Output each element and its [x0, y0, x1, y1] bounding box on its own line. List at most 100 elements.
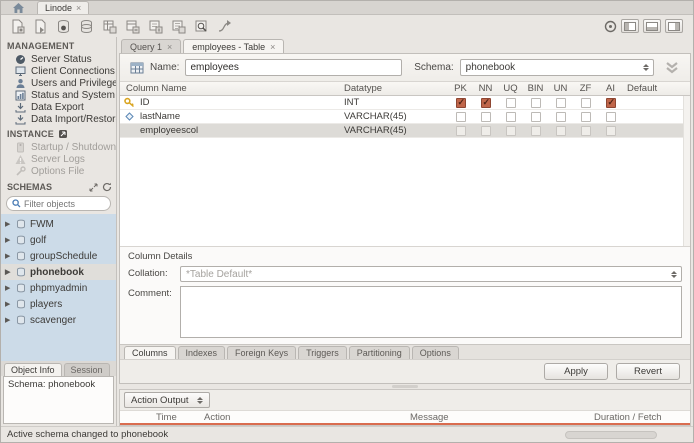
spinner-icon[interactable] — [640, 64, 651, 71]
pk-checkbox[interactable] — [455, 111, 466, 122]
tab-foreign-keys[interactable]: Foreign Keys — [227, 346, 297, 359]
nn-checkbox[interactable] — [480, 97, 491, 108]
revert-button[interactable]: Revert — [616, 363, 680, 380]
bin-checkbox[interactable] — [530, 125, 541, 136]
sidebar-item-server-logs[interactable]: Server Logs — [1, 153, 116, 165]
uq-checkbox[interactable] — [505, 125, 516, 136]
zf-checkbox[interactable] — [580, 125, 591, 136]
expander-icon[interactable]: ▶ — [5, 269, 12, 276]
schema-item-phonebook[interactable]: ▶ phonebook — [1, 264, 116, 280]
ai-checkbox[interactable] — [605, 125, 616, 136]
status-clock-icon[interactable] — [604, 20, 617, 33]
un-checkbox[interactable] — [555, 125, 566, 136]
sidebar-item-users-privileges[interactable]: Users and Privileges — [1, 77, 116, 89]
sidebar-item-data-export[interactable]: Data Export — [1, 101, 116, 113]
sidebar-item-startup-shutdown[interactable]: Startup / Shutdown — [1, 141, 116, 153]
header-nn[interactable]: NN — [473, 83, 498, 94]
expander-icon[interactable]: ▶ — [5, 237, 12, 244]
expander-icon[interactable]: ▶ — [5, 285, 12, 292]
spinner-icon[interactable] — [668, 270, 679, 278]
column-row-lastname[interactable]: lastName VARCHAR(45) — [120, 110, 690, 124]
schema-item-fwm[interactable]: ▶ FWM — [1, 216, 116, 232]
tab-partitioning[interactable]: Partitioning — [348, 346, 410, 359]
toggle-left-panel-button[interactable] — [621, 19, 639, 33]
bin-checkbox[interactable] — [530, 97, 541, 108]
refresh-schemas-icon[interactable] — [102, 182, 112, 192]
tab-session[interactable]: Session — [63, 363, 110, 376]
schema-filter[interactable] — [6, 196, 111, 211]
schema-filter-input[interactable] — [24, 198, 104, 209]
column-row-employeescol[interactable]: employeescol VARCHAR(45) — [120, 124, 690, 138]
spinner-icon[interactable] — [195, 396, 206, 404]
schema-item-golf[interactable]: ▶ golf — [1, 232, 116, 248]
schema-item-groupschedule[interactable]: ▶ groupSchedule — [1, 248, 116, 264]
open-sql-script-icon[interactable] — [30, 18, 50, 35]
column-row-id[interactable]: ID INT — [120, 96, 690, 110]
sidebar-item-status-system-variables[interactable]: Status and System Variables — [1, 89, 116, 101]
tab-close-icon[interactable]: × — [270, 42, 275, 52]
sidebar-item-client-connections[interactable]: Client Connections — [1, 65, 116, 77]
connection-tab-close-icon[interactable]: × — [76, 3, 81, 13]
header-time[interactable]: Time — [156, 412, 204, 423]
ai-checkbox[interactable] — [605, 97, 616, 108]
nn-checkbox[interactable] — [480, 125, 491, 136]
ai-checkbox[interactable] — [605, 111, 616, 122]
create-function-icon[interactable] — [168, 18, 188, 35]
header-default[interactable]: Default — [623, 83, 690, 94]
collapse-header-icon[interactable] — [664, 61, 680, 75]
header-ai[interactable]: AI — [598, 83, 623, 94]
header-duration-fetch[interactable]: Duration / Fetch — [594, 412, 690, 423]
expander-icon[interactable]: ▶ — [5, 301, 12, 308]
home-tab-button[interactable] — [7, 1, 29, 14]
uq-checkbox[interactable] — [505, 97, 516, 108]
search-data-icon[interactable] — [191, 18, 211, 35]
create-table-icon[interactable] — [99, 18, 119, 35]
tab-options[interactable]: Options — [411, 346, 459, 359]
schema-item-phpmyadmin[interactable]: ▶ phpmyadmin — [1, 280, 116, 296]
schema-select[interactable]: phonebook — [459, 59, 654, 76]
reconnect-icon[interactable] — [214, 18, 234, 35]
un-checkbox[interactable] — [555, 111, 566, 122]
expander-icon[interactable]: ▶ — [5, 221, 12, 228]
tab-triggers[interactable]: Triggers — [298, 346, 347, 359]
create-view-icon[interactable] — [122, 18, 142, 35]
header-zf[interactable]: ZF — [573, 83, 598, 94]
tab-columns[interactable]: Columns — [124, 346, 176, 359]
create-routine-icon[interactable] — [145, 18, 165, 35]
header-pk[interactable]: PK — [448, 83, 473, 94]
header-column-name[interactable]: Column Name — [120, 83, 344, 94]
tab-query-1[interactable]: Query 1 × — [121, 39, 182, 53]
toggle-bottom-panel-button[interactable] — [643, 19, 661, 33]
create-schema-icon[interactable] — [76, 18, 96, 35]
header-un[interactable]: UN — [548, 83, 573, 94]
inspect-database-icon[interactable] — [53, 18, 73, 35]
grid-empty-area[interactable] — [120, 138, 690, 246]
zf-checkbox[interactable] — [580, 97, 591, 108]
expander-icon[interactable]: ▶ — [5, 253, 12, 260]
comment-textarea[interactable] — [180, 286, 682, 338]
action-output-select[interactable]: Action Output — [124, 392, 210, 408]
expander-icon[interactable]: ▶ — [5, 317, 12, 324]
header-uq[interactable]: UQ — [498, 83, 523, 94]
header-message[interactable]: Message — [410, 412, 594, 423]
header-datatype[interactable]: Datatype — [344, 83, 448, 94]
bin-checkbox[interactable] — [530, 111, 541, 122]
header-action[interactable]: Action — [204, 412, 410, 423]
tab-employees-table[interactable]: employees - Table × — [183, 39, 285, 53]
schema-item-scavenger[interactable]: ▶ scavenger — [1, 312, 116, 328]
apply-button[interactable]: Apply — [544, 363, 608, 380]
pk-checkbox[interactable] — [455, 125, 466, 136]
schema-item-players[interactable]: ▶ players — [1, 296, 116, 312]
table-name-input[interactable] — [185, 59, 403, 76]
connection-tab[interactable]: Linode × — [37, 1, 90, 14]
sidebar-item-data-import-restore[interactable]: Data Import/Restore — [1, 113, 116, 125]
tab-close-icon[interactable]: × — [167, 42, 172, 52]
collation-select[interactable]: *Table Default* — [180, 266, 682, 282]
sidebar-item-server-status[interactable]: Server Status — [1, 53, 116, 65]
sidebar-item-options-file[interactable]: Options File — [1, 165, 116, 177]
pk-checkbox[interactable] — [455, 97, 466, 108]
tab-object-info[interactable]: Object Info — [4, 363, 62, 376]
toggle-right-panel-button[interactable] — [665, 19, 683, 33]
expand-panel-icon[interactable] — [89, 183, 98, 192]
grid-vertical-scrollbar[interactable] — [683, 96, 690, 246]
